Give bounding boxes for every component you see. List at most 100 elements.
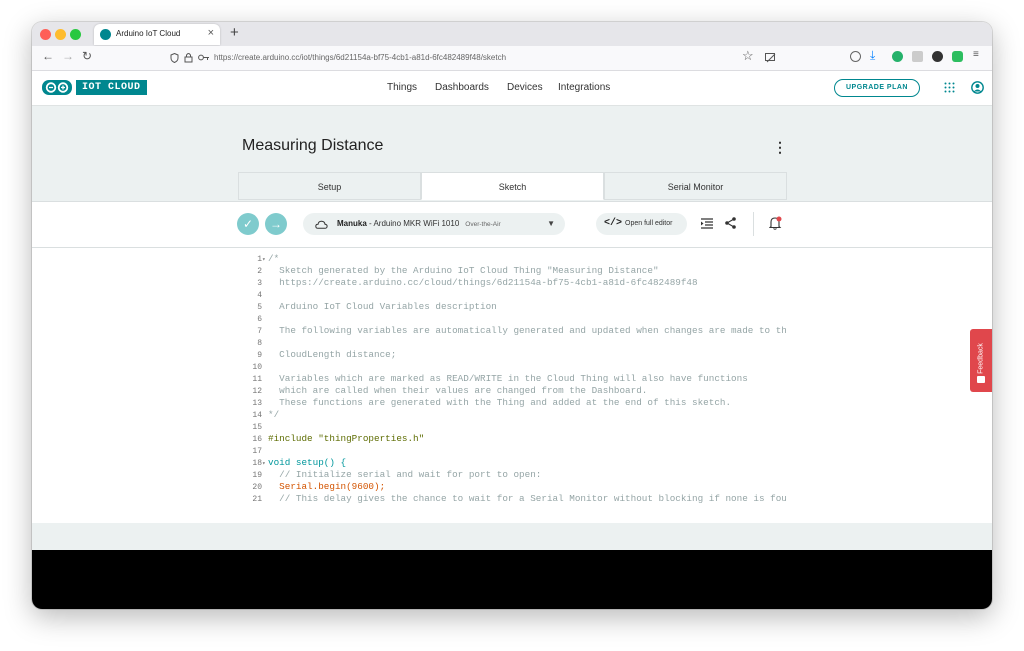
pocket-icon[interactable] (850, 51, 861, 62)
verify-button[interactable]: ✓ (237, 213, 259, 235)
more-options-icon[interactable]: ⋮ (773, 139, 787, 156)
shield-icon[interactable] (170, 53, 179, 63)
upgrade-plan-button[interactable]: UPGRADE PLAN (834, 79, 920, 97)
code-text: The following variables are automaticall… (268, 325, 786, 336)
code-text: // Initialize serial and wait for port t… (268, 469, 542, 480)
chevron-down-icon[interactable]: ▼ (547, 219, 555, 228)
code-text: Serial.begin(9600); (268, 481, 386, 492)
code-line[interactable]: 9 CloudLength distance; (238, 349, 396, 361)
code-text: which are called when their values are c… (268, 385, 648, 396)
browser-toolbar: ← → ↻ https://create.arduino.cc/iot/thin… (32, 46, 992, 71)
picture-in-picture-icon[interactable] (765, 52, 776, 63)
tab-setup[interactable]: Setup (238, 172, 421, 200)
feedback-button[interactable]: Feedback (970, 329, 992, 392)
code-line[interactable]: 2 Sketch generated by the Arduino IoT Cl… (238, 265, 659, 277)
browser-tab-strip: Arduino IoT Cloud × + (32, 22, 992, 46)
url-text: https://create.arduino.cc/iot/things/6d2… (214, 53, 507, 62)
line-number: 21 (252, 495, 262, 504)
tab-close-icon[interactable]: × (208, 27, 214, 39)
bookmark-star-icon[interactable]: ☆ (742, 48, 754, 64)
open-full-editor-label: Open full editor (625, 220, 673, 227)
code-text: // This delay gives the chance to wait f… (268, 493, 786, 504)
console-area (32, 550, 992, 609)
code-line[interactable]: 16 #include "thingProperties.h" (238, 433, 424, 445)
arduino-logo-icon[interactable] (42, 80, 72, 95)
indent-icon[interactable] (701, 218, 713, 229)
code-line[interactable]: 21 // This delay gives the chance to wai… (238, 493, 786, 505)
minimize-window-button[interactable] (55, 29, 66, 40)
code-line[interactable]: 15 (238, 421, 268, 433)
code-line[interactable]: 14 */ (238, 409, 279, 421)
nav-dashboards[interactable]: Dashboards (435, 82, 489, 93)
app-header: IOT CLOUD Things Dashboards Devices Inte… (32, 71, 992, 106)
code-line[interactable]: 4 (238, 289, 268, 301)
iot-cloud-logo[interactable]: IOT CLOUD (76, 80, 147, 95)
code-text: #include "thingProperties.h" (268, 433, 425, 444)
back-button[interactable]: ← (42, 49, 54, 63)
browser-tab-title: Arduino IoT Cloud (116, 29, 181, 38)
arduino-favicon-icon (100, 29, 111, 40)
device-mode: Over-the-Air (465, 221, 501, 228)
tab-sketch[interactable]: Sketch (421, 172, 604, 200)
device-name: Manuka (337, 219, 367, 228)
nav-devices[interactable]: Devices (507, 82, 543, 93)
evernote-icon[interactable] (952, 51, 963, 62)
code-line[interactable]: 5 Arduino IoT Cloud Variables descriptio… (238, 301, 497, 313)
code-line[interactable]: 7 The following variables are automatica… (238, 325, 786, 337)
feedback-icon (977, 376, 985, 383)
code-line[interactable]: 6 (238, 313, 268, 325)
upload-button[interactable]: → (265, 213, 287, 235)
toolbar-divider (753, 212, 754, 236)
reload-button[interactable]: ↻ (82, 49, 92, 63)
open-full-editor-button[interactable]: </> Open full editor (596, 213, 687, 235)
device-label: Manuka - Arduino MKR WiFi 1010 Over-the-A… (337, 219, 501, 228)
code-text: Variables which are marked as READ/WRITE… (268, 373, 748, 384)
device-board: - Arduino MKR WiFi 1010 (366, 219, 460, 228)
nav-things[interactable]: Things (387, 82, 417, 93)
extension-green-icon[interactable] (892, 51, 903, 62)
code-line[interactable]: 12 which are called when their values ar… (238, 385, 647, 397)
code-line[interactable]: 10 (238, 361, 268, 373)
nav-integrations[interactable]: Integrations (558, 82, 610, 93)
zoom-window-button[interactable] (70, 29, 81, 40)
code-text: void setup() { (268, 457, 347, 468)
close-window-button[interactable] (40, 29, 51, 40)
code-line[interactable]: 19 // Initialize serial and wait for por… (238, 469, 541, 481)
device-selector[interactable]: Manuka - Arduino MKR WiFi 1010 Over-the-A… (303, 213, 565, 235)
menu-icon[interactable]: ≡ (973, 49, 979, 60)
code-text: */ (268, 409, 280, 420)
code-text: https://create.arduino.cc/cloud/things/6… (268, 277, 698, 288)
key-icon[interactable] (198, 54, 210, 61)
page-title: Measuring Distance (242, 137, 384, 154)
code-line[interactable]: 3 https://create.arduino.cc/cloud/things… (238, 277, 698, 289)
code-line[interactable]: 18▾ void setup() { (238, 457, 346, 469)
code-text: These functions are generated with the T… (268, 397, 732, 408)
code-line[interactable]: 11 Variables which are marked as READ/WR… (238, 373, 748, 385)
code-text: Sketch generated by the Arduino IoT Clou… (268, 265, 659, 276)
browser-window: Arduino IoT Cloud × + ← → ↻ https://crea… (32, 22, 992, 609)
cloud-icon (315, 220, 328, 229)
code-text: /* (268, 253, 280, 264)
code-text: Arduino IoT Cloud Variables description (268, 301, 497, 312)
code-editor[interactable]: 1▾/* 2 Sketch generated by the Arduino Io… (238, 248, 786, 524)
lock-icon[interactable] (184, 52, 193, 63)
forward-button[interactable]: → (62, 49, 74, 63)
reader-icon[interactable] (912, 51, 923, 62)
extension-dark-icon[interactable] (932, 51, 943, 62)
code-line[interactable]: 20 Serial.begin(9600); (238, 481, 385, 493)
code-line[interactable]: 8 (238, 337, 268, 349)
code-line[interactable]: 17 (238, 445, 268, 457)
downloads-icon[interactable]: ⤓ (870, 48, 875, 63)
code-line[interactable]: 13 These functions are generated with th… (238, 397, 731, 409)
tab-serial-monitor[interactable]: Serial Monitor (604, 172, 787, 200)
sketch-toolbar: ✓ → Manuka - Arduino MKR WiFi 1010 Over-t… (32, 201, 992, 248)
apps-grid-icon[interactable] (944, 82, 955, 93)
address-bar[interactable]: https://create.arduino.cc/iot/things/6d2… (162, 49, 782, 67)
notifications-bell-icon[interactable] (769, 216, 782, 230)
code-icon: </> (604, 218, 623, 229)
code-line[interactable]: 1▾/* (238, 253, 279, 265)
browser-tab[interactable]: Arduino IoT Cloud × (94, 24, 220, 45)
new-tab-button[interactable]: + (230, 24, 239, 41)
share-icon[interactable] (725, 217, 736, 229)
account-icon[interactable] (971, 81, 984, 94)
